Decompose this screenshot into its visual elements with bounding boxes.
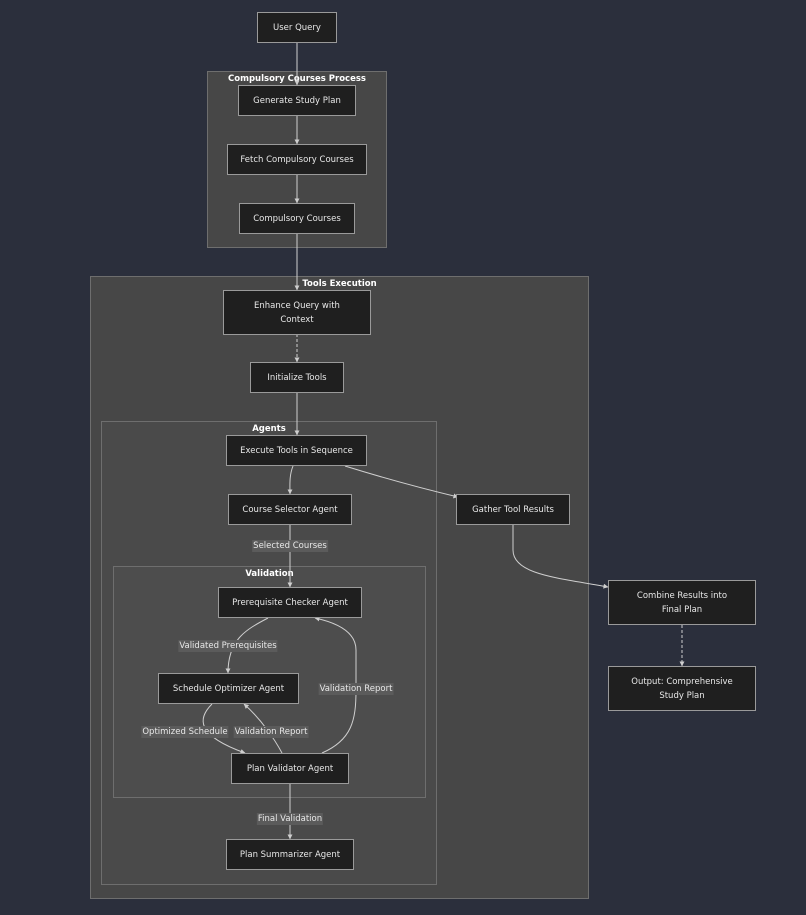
node-course-selector-agent[interactable]: Course Selector Agent xyxy=(228,494,352,525)
edge-label-selected-courses: Selected Courses xyxy=(252,540,328,552)
edge-label-validated-prerequisites: Validated Prerequisites xyxy=(178,640,278,652)
node-initialize-tools[interactable]: Initialize Tools xyxy=(250,362,344,393)
node-execute-tools-in-sequence[interactable]: Execute Tools in Sequence xyxy=(226,435,367,466)
node-user-query[interactable]: User Query xyxy=(257,12,337,43)
node-plan-summarizer-agent[interactable]: Plan Summarizer Agent xyxy=(226,839,354,870)
cluster-title: Tools Execution xyxy=(302,279,377,289)
node-gather-tool-results[interactable]: Gather Tool Results xyxy=(456,494,570,525)
edge-label-optimized-schedule: Optimized Schedule xyxy=(141,726,229,738)
node-output-comprehensive-study-plan[interactable]: Output: Comprehensive Study Plan xyxy=(608,666,756,711)
flowchart-canvas: Compulsory Courses Process Tools Executi… xyxy=(0,0,806,915)
node-enhance-query[interactable]: Enhance Query with Context xyxy=(223,290,371,335)
node-schedule-optimizer-agent[interactable]: Schedule Optimizer Agent xyxy=(158,673,299,704)
edge-label-final-validation: Final Validation xyxy=(256,813,324,825)
node-fetch-compulsory-courses[interactable]: Fetch Compulsory Courses xyxy=(227,144,367,175)
node-generate-study-plan[interactable]: Generate Study Plan xyxy=(238,85,356,116)
cluster-title: Compulsory Courses Process xyxy=(228,74,366,84)
cluster-title: Agents xyxy=(252,424,286,434)
node-compulsory-courses[interactable]: Compulsory Courses xyxy=(239,203,355,234)
node-plan-validator-agent[interactable]: Plan Validator Agent xyxy=(231,753,349,784)
node-prerequisite-checker-agent[interactable]: Prerequisite Checker Agent xyxy=(218,587,362,618)
edge-label-validation-report-right: Validation Report xyxy=(318,683,394,695)
edge-label-validation-report-mid: Validation Report xyxy=(233,726,309,738)
cluster-title: Validation xyxy=(245,569,294,579)
node-combine-results[interactable]: Combine Results into Final Plan xyxy=(608,580,756,625)
